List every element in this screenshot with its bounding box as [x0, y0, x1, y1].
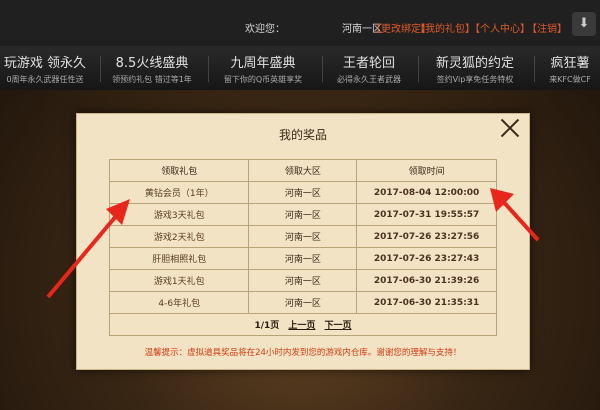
annotation-arrow-left: [46, 199, 130, 299]
logout-link[interactable]: 【注销】: [527, 20, 567, 35]
table-row: 4-6年礼包 河南一区 2017-06-30 21:35:31: [108, 291, 497, 314]
nav-item-6[interactable]: 疯狂薯 来KFC做CF: [540, 52, 600, 85]
nav-item-subtitle: 留下你的Q币英雄享奖: [223, 75, 303, 84]
nav-item-subtitle: 来KFC做CF: [549, 75, 591, 84]
nav-divider: [208, 56, 209, 82]
pager-row: 1/1页 上一页 下一页: [109, 313, 497, 336]
cell-time: 2017-06-30 21:35:31: [356, 291, 497, 314]
nav-divider: [534, 56, 535, 82]
cell-time: 2017-06-30 21:39:26: [356, 269, 497, 292]
cell-region: 河南一区: [248, 203, 358, 226]
next-page-link[interactable]: 下一页: [325, 321, 352, 331]
cell-time: 2017-07-26 23:27:43: [356, 247, 497, 270]
cell-region: 河南一区: [248, 181, 358, 204]
nav-item-5[interactable]: 新灵狐的约定 签约Vip享免任务特权: [420, 52, 530, 85]
close-icon[interactable]: [499, 116, 521, 138]
table-row: 肝胆相照礼包 河南一区 2017-07-26 23:27:43: [108, 247, 497, 270]
prizes-dialog: 我的奖品 领取礼包 领取大区 领取时间 黄钻会员（1年） 河南一区 2017-0…: [76, 113, 530, 370]
nav-item-subtitle: 签约Vip享免任务特权: [436, 75, 514, 84]
cell-time: 2017-07-26 23:27:56: [356, 225, 497, 248]
cell-region: 河南一区: [248, 269, 358, 292]
nav-divider: [322, 56, 323, 82]
table-row: 游戏3天礼包 河南一区 2017-07-31 19:55:57: [108, 203, 497, 226]
top-bar: 欢迎您： 河南一区 【更改绑定】 【我的礼包】 【个人中心】 【注销】 ⬇: [0, 0, 600, 46]
cell-time: 2017-07-31 19:55:57: [356, 203, 497, 226]
nav-item-3[interactable]: 九周年盛典 留下你的Q币英雄享奖: [210, 52, 316, 85]
header-region: 领取大区: [248, 159, 358, 182]
my-gifts-link[interactable]: 【我的礼包】: [415, 20, 475, 35]
nav-divider: [418, 56, 419, 82]
header-time: 领取时间: [356, 159, 497, 182]
cell-time: 2017-08-04 12:00:00: [356, 181, 497, 204]
nav-item-2[interactable]: 8.5火线盛典 领预约礼包 错过等1年: [104, 52, 200, 85]
table-row: 游戏1天礼包 河南一区 2017-06-30 21:39:26: [108, 269, 497, 292]
pager: 1/1页 上一页 下一页: [109, 313, 497, 336]
nav-item-title: 新灵狐的约定: [435, 56, 514, 71]
download-icon[interactable]: ⬇: [572, 12, 596, 36]
header-gift: 领取礼包: [108, 159, 250, 182]
prev-page-link[interactable]: 上一页: [288, 321, 315, 331]
nav-item-subtitle: 必得永久王者武器: [337, 75, 401, 84]
nav-item-subtitle: 0周年永久武器任性送: [6, 75, 84, 84]
welcome-text: 欢迎您：: [245, 24, 285, 35]
nav-item-title: 九周年盛典: [230, 56, 296, 71]
notice-text: 温馨提示：虚拟道具奖品将在24小时内发到您的游戏内仓库。谢谢您的理解与支持！: [144, 348, 462, 358]
nav-item-title: 王者轮回: [342, 56, 395, 71]
nav-bar: 玩游戏 领永久 0周年永久武器任性送 8.5火线盛典 领预约礼包 错过等1年 九…: [0, 46, 600, 90]
nav-item-4[interactable]: 王者轮回 必得永久王者武器: [324, 52, 414, 85]
cell-region: 河南一区: [248, 291, 358, 314]
nav-item-1[interactable]: 玩游戏 领永久 0周年永久武器任性送: [0, 52, 90, 85]
dialog-title: 我的奖品: [278, 128, 327, 142]
table-row: 黄钻会员（1年） 河南一区 2017-08-04 12:00:00: [108, 181, 497, 204]
page-indicator: 1/1页: [254, 321, 280, 331]
nav-item-title: 疯狂薯: [550, 56, 590, 71]
nav-item-subtitle: 领预约礼包 错过等1年: [112, 75, 192, 84]
table-row: 游戏2天礼包 河南一区 2017-07-26 23:27:56: [108, 225, 497, 248]
nav-divider: [100, 56, 101, 82]
cell-region: 河南一区: [248, 225, 358, 248]
nav-item-title: 8.5火线盛典: [115, 56, 189, 71]
personal-center-link[interactable]: 【个人中心】: [470, 20, 530, 35]
annotation-arrow-right: [490, 188, 540, 242]
nav-item-title: 玩游戏 领永久: [3, 56, 87, 71]
prizes-table: 领取礼包 领取大区 领取时间 黄钻会员（1年） 河南一区 2017-08-04 …: [108, 159, 497, 336]
table-header-row: 领取礼包 领取大区 领取时间: [108, 159, 497, 182]
cell-region: 河南一区: [248, 247, 358, 270]
